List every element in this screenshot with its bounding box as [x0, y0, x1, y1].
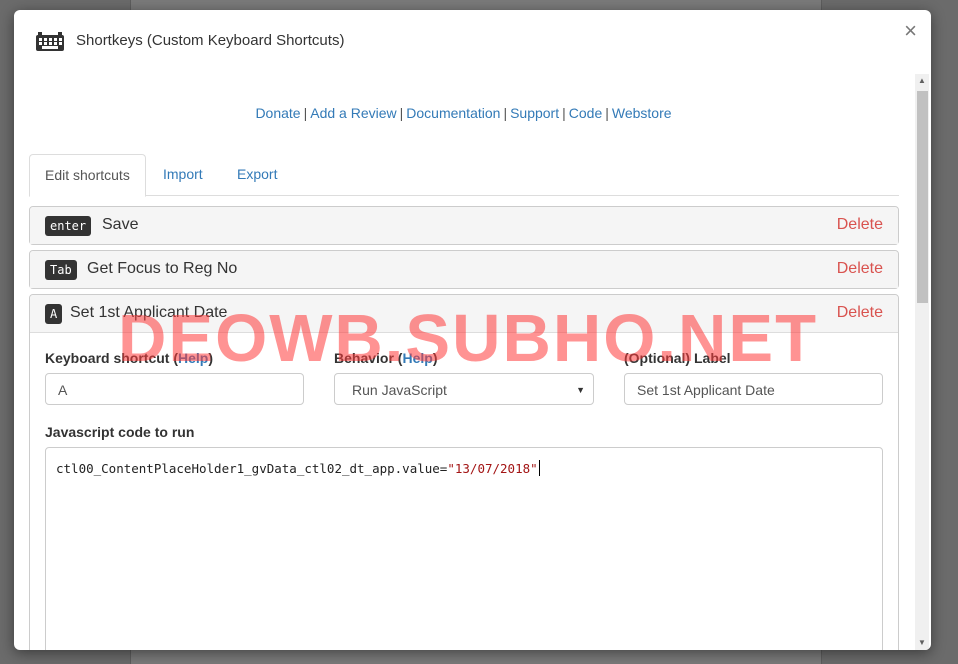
- javascript-code-label: Javascript code to run: [45, 424, 195, 440]
- keyboard-shortcut-label: Keyboard shortcut (Help): [45, 350, 213, 366]
- shortcut-title: Set 1st Applicant Date: [70, 304, 228, 321]
- shortcut-panel-set-date: A Set 1st Applicant Date Delete Keyboard…: [29, 294, 899, 650]
- tab-export[interactable]: Export: [222, 154, 292, 194]
- javascript-code-editor[interactable]: ctl00_ContentPlaceHolder1_gvData_ctl02_d…: [45, 447, 883, 650]
- tab-import[interactable]: Import: [148, 154, 218, 194]
- link-bar: Donate | Add a Review | Documentation | Suppor…: [14, 105, 913, 121]
- shortcut-title: Save: [102, 216, 139, 233]
- delete-button[interactable]: Delete: [837, 260, 883, 278]
- link-separator: |: [605, 105, 609, 121]
- behavior-select[interactable]: Run JavaScript ▼: [334, 373, 594, 405]
- close-icon[interactable]: ×: [904, 20, 917, 42]
- keyboard-shortcut-input[interactable]: A: [45, 373, 304, 405]
- label-text: Keyboard shortcut (: [45, 350, 179, 366]
- link-separator: |: [399, 105, 404, 121]
- link-separator: |: [503, 105, 508, 121]
- code-string: "13/07/2018": [447, 461, 538, 476]
- support-link[interactable]: Support: [510, 105, 559, 121]
- scroll-down-icon[interactable]: ▼: [915, 636, 929, 650]
- label-paren: ): [432, 350, 438, 366]
- webstore-link[interactable]: Webstore: [612, 105, 672, 121]
- help-link[interactable]: Help: [402, 350, 432, 366]
- delete-button[interactable]: Delete: [837, 304, 883, 322]
- link-separator: |: [562, 105, 566, 121]
- chevron-down-icon: ▼: [576, 385, 585, 395]
- shortcut-panel-get-focus: Tab Get Focus to Reg No Delete: [29, 250, 899, 289]
- shortcut-title: Get Focus to Reg No: [87, 260, 238, 277]
- optional-label-label: (Optional) Label: [624, 350, 731, 366]
- keyboard-icon: [36, 32, 64, 51]
- panel-header[interactable]: enter Save Delete: [30, 207, 898, 244]
- shortkeys-dialog: Shortkeys (Custom Keyboard Shortcuts) × …: [14, 10, 931, 650]
- vertical-scrollbar[interactable]: ▲ ▼: [915, 74, 929, 650]
- add-review-link[interactable]: Add a Review: [310, 105, 396, 121]
- dialog-title: Shortkeys (Custom Keyboard Shortcuts): [76, 32, 345, 49]
- label-text: Behavior (: [334, 350, 403, 366]
- text-caret: [538, 460, 540, 476]
- behavior-label: Behavior (Help): [334, 350, 437, 366]
- help-link[interactable]: Help: [178, 350, 208, 366]
- dialog-content: Donate | Add a Review | Documentation | Suppor…: [14, 72, 913, 650]
- panel-header[interactable]: Tab Get Focus to Reg No Delete: [30, 251, 898, 288]
- link-separator: |: [303, 105, 308, 121]
- scrollbar-thumb[interactable]: [917, 91, 928, 303]
- tab-edit-shortcuts[interactable]: Edit shortcuts: [29, 154, 146, 197]
- label-paren: ): [208, 350, 214, 366]
- panel-header[interactable]: A Set 1st Applicant Date Delete: [30, 295, 898, 333]
- tab-bar: Edit shortcuts Import Export: [29, 154, 899, 197]
- shortcut-key-badge: enter: [45, 216, 92, 236]
- delete-button[interactable]: Delete: [837, 216, 883, 234]
- shortcut-key-badge: Tab: [45, 260, 77, 280]
- behavior-selected-value: Run JavaScript: [352, 382, 447, 398]
- scroll-up-icon[interactable]: ▲: [915, 74, 929, 88]
- code-link[interactable]: Code: [569, 105, 602, 121]
- shortcut-key-badge: A: [45, 304, 63, 324]
- dialog-titlebar: Shortkeys (Custom Keyboard Shortcuts) ×: [14, 10, 931, 72]
- donate-link[interactable]: Donate: [255, 105, 300, 121]
- code-text: ctl00_ContentPlaceHolder1_gvData_ctl02_d…: [56, 461, 448, 476]
- code-line: ctl00_ContentPlaceHolder1_gvData_ctl02_d…: [56, 460, 540, 476]
- label-input[interactable]: Set 1st Applicant Date: [624, 373, 883, 405]
- documentation-link[interactable]: Documentation: [406, 105, 500, 121]
- shortcut-panel-save: enter Save Delete: [29, 206, 899, 245]
